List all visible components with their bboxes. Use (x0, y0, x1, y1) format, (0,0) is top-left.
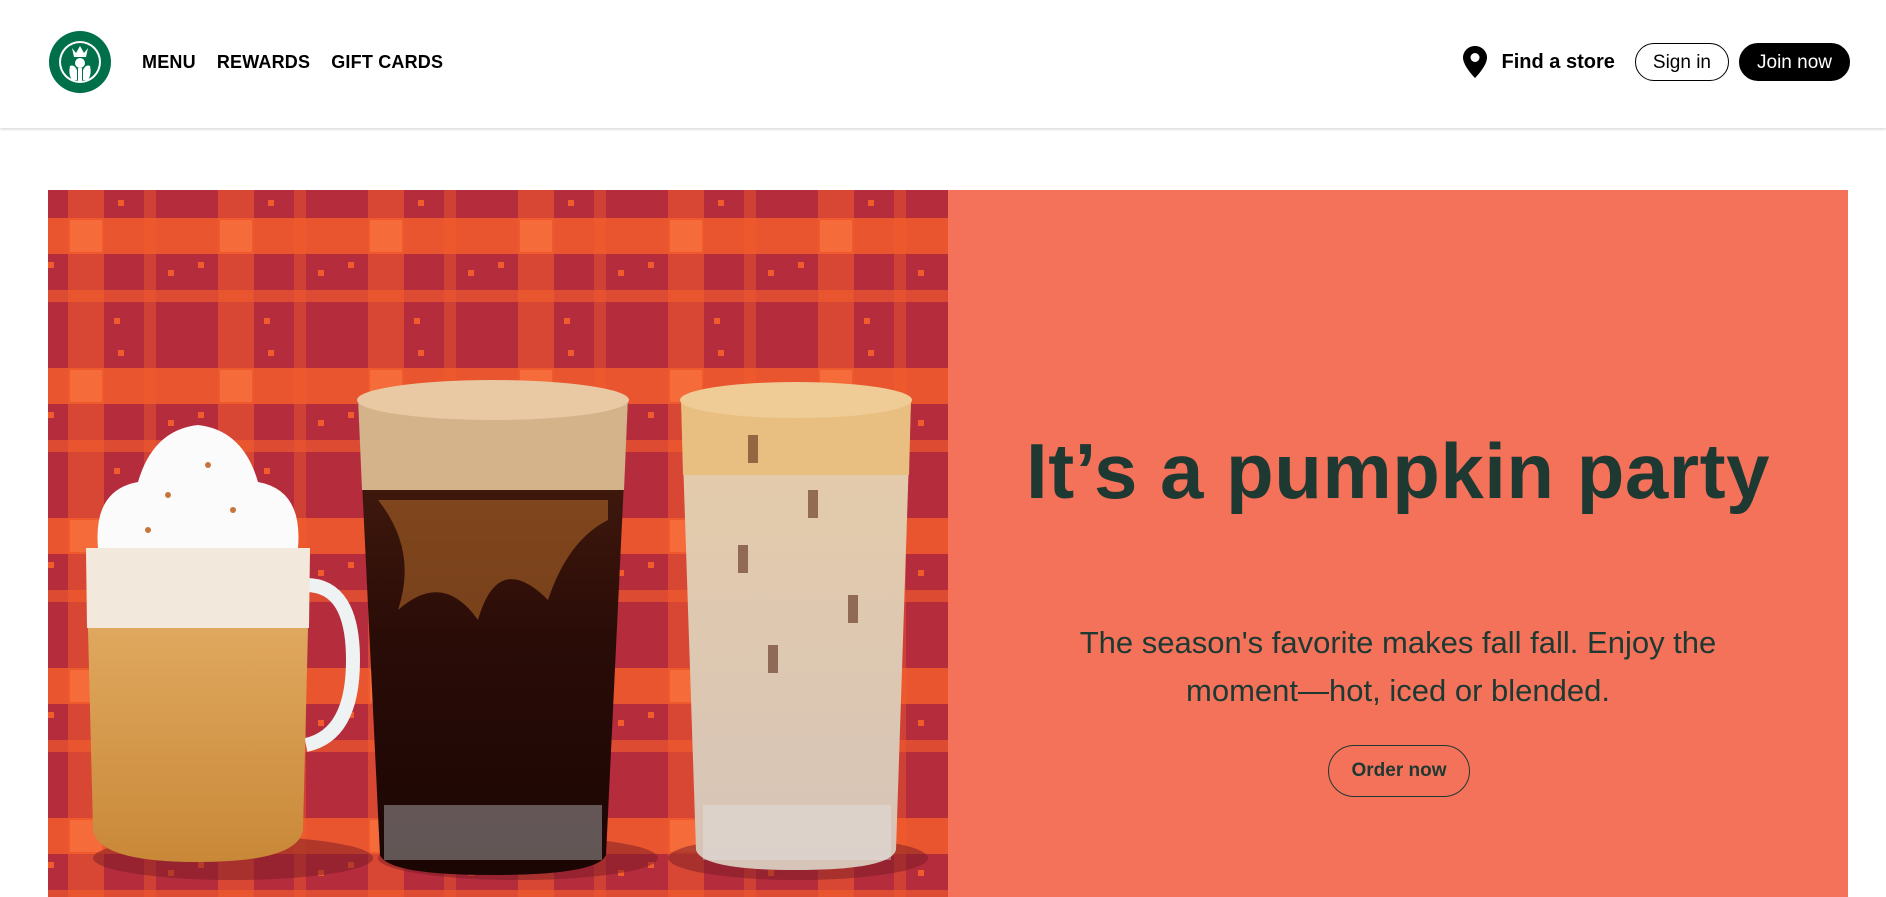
site-header: MENU REWARDS GIFT CARDS Find a store Sig… (0, 0, 1886, 128)
hero-title: It’s a pumpkin party (1026, 427, 1770, 516)
hero-banner: It’s a pumpkin party The season's favori… (48, 190, 1848, 897)
primary-nav: MENU REWARDS GIFT CARDS (142, 52, 443, 73)
location-pin-icon (1462, 46, 1487, 78)
account-nav: Find a store Sign in Join now (1462, 43, 1850, 81)
order-now-button[interactable]: Order now (1328, 745, 1470, 797)
nav-menu[interactable]: MENU (142, 52, 196, 73)
nav-rewards[interactable]: REWARDS (217, 52, 310, 73)
sign-in-button[interactable]: Sign in (1634, 43, 1729, 81)
nav-gift-cards[interactable]: GIFT CARDS (331, 52, 443, 73)
hero-subtitle: The season's favorite makes fall fall. E… (1079, 625, 1717, 708)
pumpkin-drinks-image (48, 190, 948, 897)
hero-illustration (48, 190, 948, 897)
join-now-button[interactable]: Join now (1739, 43, 1850, 81)
find-store-link[interactable]: Find a store (1462, 46, 1615, 78)
find-store-label: Find a store (1501, 50, 1615, 73)
starbucks-logo-icon[interactable] (48, 30, 112, 94)
hero-text-panel: It’s a pumpkin party The season's favori… (948, 190, 1848, 897)
